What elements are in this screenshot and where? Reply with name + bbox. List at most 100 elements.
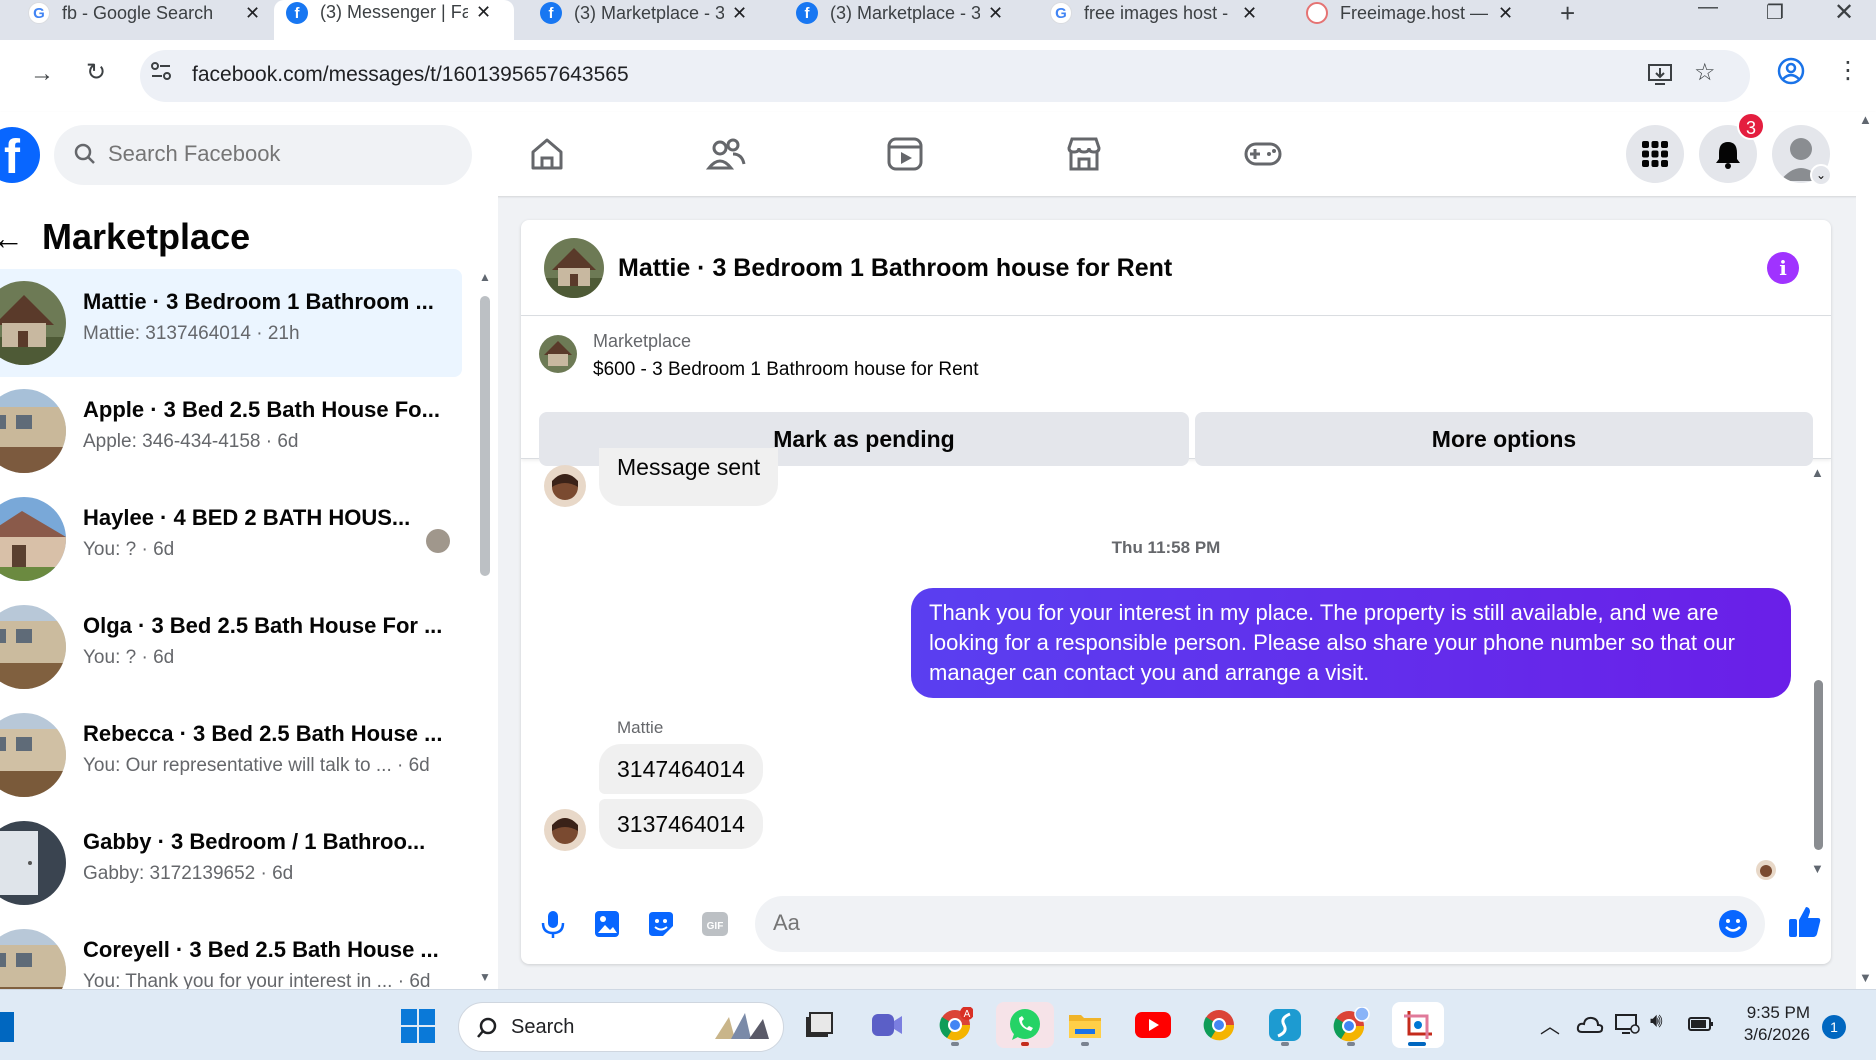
conversation-item[interactable]: Mattie · 3 Bedroom 1 Bathroom ... Mattie…	[0, 269, 462, 377]
emoji-icon[interactable]	[1717, 908, 1749, 945]
messages-scrollbar[interactable]: ▲ ▼	[1811, 465, 1825, 885]
notification-center-badge[interactable]: 1	[1822, 1015, 1846, 1039]
scroll-up-icon[interactable]: ▲	[479, 270, 491, 284]
listing-avatar[interactable]	[544, 238, 604, 298]
chrome-profile-a-icon[interactable]: A	[932, 1002, 978, 1048]
site-settings-icon[interactable]	[148, 58, 174, 90]
conversation-item[interactable]: Rebecca · 3 Bed 2.5 Bath House ... You: …	[0, 701, 462, 809]
system-clock[interactable]: 9:35 PM 3/6/2026	[1730, 1002, 1810, 1046]
chrome-icon[interactable]	[1196, 1002, 1242, 1048]
conversation-item[interactable]: Haylee · 4 BED 2 BATH HOUS... You: ? · 6…	[0, 485, 462, 593]
chat-title[interactable]: Mattie · 3 Bedroom 1 Bathroom house for …	[618, 254, 1172, 283]
marketplace-icon[interactable]	[1064, 134, 1104, 174]
task-view-icon[interactable]	[796, 1002, 842, 1048]
chevron-down-icon[interactable]: ⌄	[1810, 164, 1832, 186]
conversation-item[interactable]: Gabby · 3 Bedroom / 1 Bathroo... Gabby: …	[0, 809, 462, 917]
tab-google-search[interactable]: G fb - Google Search ✕	[28, 0, 260, 26]
received-message[interactable]: 3137464014	[599, 799, 763, 849]
conversation-item[interactable]: Apple · 3 Bed 2.5 Bath House Fo... Apple…	[0, 377, 462, 485]
forward-icon[interactable]: →	[30, 60, 54, 88]
stylus-app-icon[interactable]	[1262, 1002, 1308, 1048]
tab-title: (3) Marketplace - 3	[574, 2, 724, 23]
mattie-avatar[interactable]	[544, 465, 586, 507]
scroll-up-icon[interactable]: ▲	[1859, 112, 1872, 127]
tab-marketplace-2[interactable]: f (3) Marketplace - 3 ✕	[796, 0, 1003, 26]
close-tab-icon[interactable]: ✕	[245, 3, 260, 24]
sticker-icon[interactable]	[645, 908, 677, 940]
chrome-profile-icon[interactable]	[1328, 1002, 1374, 1048]
battery-icon[interactable]	[1688, 1016, 1714, 1037]
page-scrollbar[interactable]: ▲ ▼	[1856, 112, 1876, 989]
snipping-tool-icon[interactable]	[1392, 1002, 1444, 1048]
onedrive-cloud-icon[interactable]	[1576, 1014, 1604, 1039]
taskbar-search-label: Search	[511, 1016, 575, 1038]
url-text[interactable]: facebook.com/messages/t/1601395657643565	[192, 63, 629, 87]
reload-icon[interactable]: ↻	[86, 58, 106, 87]
start-windows-icon[interactable]	[400, 1008, 436, 1049]
file-explorer-icon[interactable]	[1062, 1002, 1108, 1048]
close-tab-icon[interactable]: ✕	[732, 3, 747, 24]
conversations-scrollbar[interactable]: ▲ ▼	[478, 196, 494, 989]
tab-marketplace-1[interactable]: f (3) Marketplace - 3 ✕	[540, 0, 747, 26]
message-input-box[interactable]	[755, 896, 1765, 952]
scrollbar-thumb[interactable]	[480, 296, 490, 576]
teams-meet-icon[interactable]	[864, 1002, 910, 1048]
install-app-icon[interactable]	[1646, 60, 1674, 95]
tab-freeimage-host[interactable]: Freeimage.host — ✕	[1306, 0, 1513, 26]
network-icon[interactable]	[1614, 1012, 1640, 1041]
gif-icon[interactable]: GIF	[699, 908, 731, 940]
close-tab-icon[interactable]: ✕	[1498, 3, 1513, 24]
received-message[interactable]: Message sent	[599, 448, 779, 506]
close-tab-icon[interactable]: ✕	[476, 2, 491, 23]
widgets-icon[interactable]	[0, 1012, 14, 1042]
volume-icon[interactable]: 🔊︎	[1650, 1010, 1663, 1033]
close-window-icon[interactable]: ✕	[1834, 0, 1854, 27]
listing-thumbnail[interactable]	[539, 335, 577, 373]
address-bar[interactable]: facebook.com/messages/t/1601395657643565…	[140, 50, 1750, 102]
received-message[interactable]: 3147464014	[599, 744, 763, 794]
scroll-down-icon[interactable]: ▼	[479, 970, 491, 984]
video-icon[interactable]	[885, 134, 925, 174]
thumbs-up-icon[interactable]	[1787, 904, 1823, 940]
facebook-logo-icon[interactable]: f	[0, 127, 40, 184]
restore-icon[interactable]: ❐	[1766, 0, 1784, 25]
scrollbar-thumb[interactable]	[1814, 680, 1823, 850]
facebook-search[interactable]	[54, 125, 472, 185]
new-tab-button[interactable]: +	[1560, 0, 1575, 28]
photo-icon[interactable]	[591, 908, 623, 940]
microphone-icon[interactable]	[537, 908, 569, 940]
minimize-icon[interactable]: —	[1698, 0, 1718, 19]
close-tab-icon[interactable]: ✕	[988, 3, 1003, 24]
youtube-icon[interactable]	[1130, 1002, 1176, 1048]
menu-grid-button[interactable]	[1626, 125, 1684, 183]
tab-free-images-host[interactable]: G free images host - ✕	[1050, 0, 1257, 26]
gaming-icon[interactable]	[1243, 134, 1283, 174]
whatsapp-icon[interactable]	[996, 1002, 1054, 1048]
conversation-snippet: Apple: 346-434-4158 · 6d	[83, 431, 299, 452]
search-input[interactable]	[108, 141, 448, 167]
listing-title[interactable]: $600 - 3 Bedroom 1 Bathroom house for Re…	[593, 359, 979, 381]
marketplace-listing-bar: Marketplace $600 - 3 Bedroom 1 Bathroom …	[521, 317, 1831, 466]
scroll-down-icon[interactable]: ▼	[1811, 861, 1824, 876]
sent-message[interactable]: Thank you for your interest in my place.…	[911, 588, 1791, 698]
back-arrow-icon[interactable]: ←	[0, 220, 24, 257]
taskbar-search[interactable]: Search	[458, 1002, 784, 1052]
scroll-up-icon[interactable]: ▲	[1811, 465, 1824, 480]
home-icon[interactable]	[527, 134, 567, 174]
conversation-item[interactable]: Olga · 3 Bed 2.5 Bath House For ... You:…	[0, 593, 462, 701]
profile-icon[interactable]	[1776, 56, 1806, 93]
browser-menu-icon[interactable]: ⋮	[1836, 56, 1860, 85]
tab-messenger[interactable]: f (3) Messenger | Facebook ✕	[274, 0, 514, 40]
show-hidden-icons-chevron-up-icon[interactable]: ︿	[1540, 1010, 1560, 1039]
info-icon[interactable]: i	[1767, 252, 1799, 284]
message-input[interactable]	[773, 910, 1673, 936]
more-options-button[interactable]: More options	[1195, 412, 1813, 466]
freeimage-icon	[1306, 2, 1328, 24]
scroll-down-icon[interactable]: ▼	[1859, 970, 1872, 985]
search-highlight-icon	[709, 1009, 773, 1052]
mattie-avatar[interactable]	[544, 809, 586, 851]
friends-icon[interactable]	[705, 134, 746, 174]
close-tab-icon[interactable]: ✕	[1242, 3, 1257, 24]
conversation-name: Rebecca · 3 Bed 2.5 Bath House ...	[83, 721, 443, 746]
bookmark-star-icon[interactable]: ☆	[1694, 58, 1716, 87]
